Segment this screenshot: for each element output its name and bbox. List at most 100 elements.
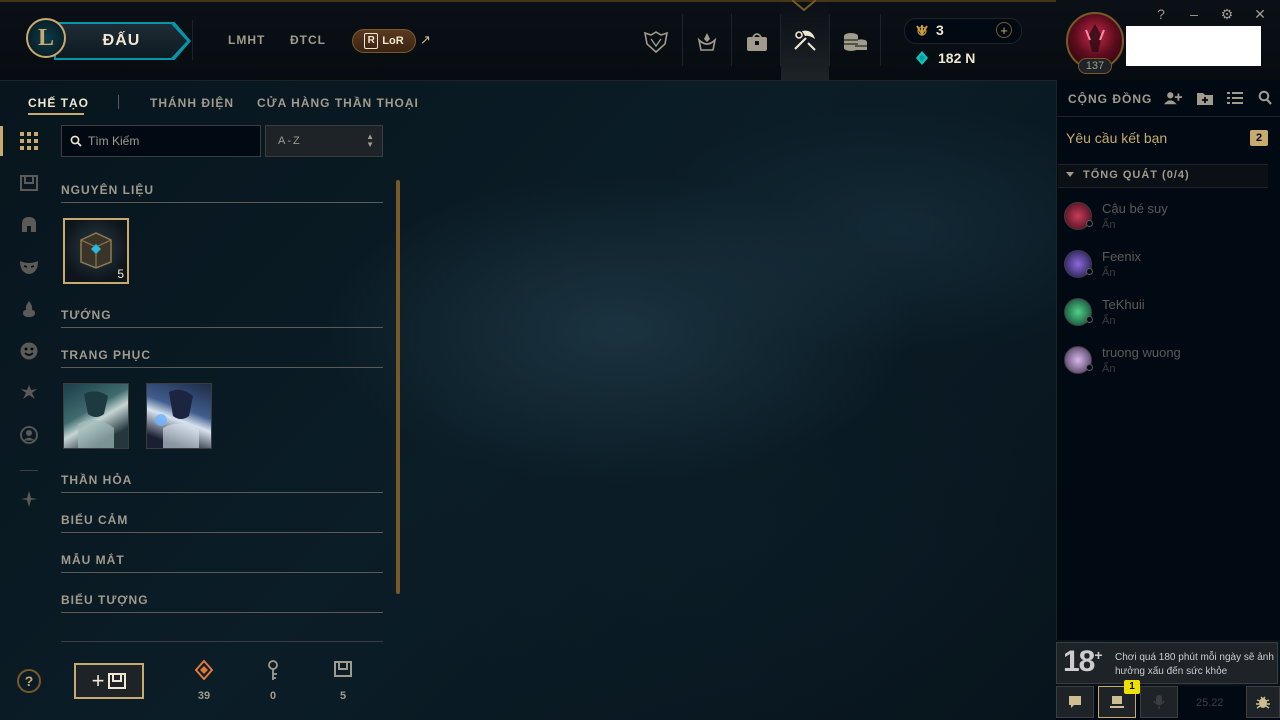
- item-count: 5: [117, 267, 124, 281]
- section-icons[interactable]: BIỂU TƯỢNG: [61, 593, 149, 607]
- settings-gear-icon[interactable]: ⚙: [1219, 6, 1235, 23]
- loot-scrollbar[interactable]: [396, 180, 400, 594]
- blue-essence-icon: [916, 51, 928, 65]
- section-divider: [61, 492, 383, 493]
- age-rating-notice: 18+ Chơi quá 180 phút mỗi ngày sẽ ảnh hư…: [1056, 642, 1278, 684]
- friend-status: Ẩn: [1102, 267, 1116, 279]
- tab-mythic-shop[interactable]: CỬA HÀNG THẦN THOẠI: [257, 96, 419, 110]
- worlds-icon[interactable]: [632, 20, 680, 64]
- nav-icon-divider: [731, 14, 732, 66]
- section-eye-patterns[interactable]: MẪU MẮT: [61, 553, 125, 567]
- loot-crafting-icon[interactable]: [781, 0, 829, 80]
- champion-helmet-icon[interactable]: [18, 214, 40, 236]
- skin-tile-1[interactable]: [63, 383, 129, 449]
- summoner-name-redacted: [1126, 26, 1261, 66]
- friend-requests-link[interactable]: Yêu cầu kết bạn: [1066, 130, 1167, 146]
- search-icon: [70, 135, 82, 147]
- lor-logo-letter: R: [364, 33, 379, 49]
- league-logo[interactable]: L: [26, 18, 66, 58]
- offline-status-icon: [1086, 268, 1093, 275]
- friend-name[interactable]: Feenix: [1102, 249, 1141, 264]
- close-icon[interactable]: ✕: [1252, 6, 1268, 23]
- icon-tree-icon[interactable]: [18, 382, 40, 404]
- key-count: 0: [269, 690, 277, 702]
- add-friend-icon[interactable]: [1164, 90, 1182, 106]
- hextech-chest-tile[interactable]: 5: [63, 218, 129, 284]
- nav-link-lmht[interactable]: LMHT: [228, 33, 265, 47]
- profile-icon[interactable]: [18, 424, 40, 446]
- external-link-icon: ↗: [420, 32, 431, 47]
- friend-group-label: TỔNG QUÁT (0/4): [1083, 169, 1190, 181]
- social-header-divider: [1056, 116, 1280, 117]
- nav-icon-divider: [829, 14, 830, 66]
- sort-dropdown[interactable]: A-Z ▲ ▼: [265, 125, 383, 157]
- tab-crafting[interactable]: CHẾ TẠO: [28, 96, 89, 110]
- store-coins-icon[interactable]: [831, 20, 879, 64]
- help-icon[interactable]: ?: [1153, 6, 1169, 22]
- search-box: [61, 125, 261, 157]
- age-rating-number: 18: [1063, 645, 1095, 678]
- search-input[interactable]: [88, 126, 256, 156]
- section-divider: [61, 572, 383, 573]
- sort-arrows-icon: ▲ ▼: [366, 132, 374, 149]
- social-search-icon[interactable]: [1256, 90, 1274, 106]
- friend-group-header[interactable]: TỔNG QUÁT (0/4): [1058, 164, 1268, 188]
- add-folder-icon[interactable]: [1196, 90, 1214, 106]
- section-divider: [61, 327, 383, 328]
- caret-down-icon: [1066, 172, 1074, 177]
- friend-status: Ẩn: [1102, 315, 1116, 327]
- skin-mask-icon[interactable]: [18, 256, 40, 278]
- chest-icon[interactable]: [18, 172, 40, 194]
- friend-status: Ẩn: [1102, 219, 1116, 231]
- age-notice-text: Chơi quá 180 phút mỗi ngày sẽ ảnh hưởng …: [1115, 652, 1274, 677]
- orange-essence-amount: 3: [936, 22, 944, 38]
- all-grid-icon[interactable]: [18, 130, 40, 152]
- offline-status-icon: [1086, 316, 1093, 323]
- chest-small-icon: [108, 673, 127, 689]
- age-rating: 18+: [1063, 645, 1103, 679]
- nav-icon-divider: [880, 14, 881, 66]
- offline-status-icon: [1086, 220, 1093, 227]
- list-view-icon[interactable]: [1226, 90, 1244, 106]
- section-divider: [61, 532, 383, 533]
- social-title: CỘNG ĐỒNG: [1068, 92, 1153, 106]
- plus-icon: +: [91, 668, 105, 693]
- store-bag-icon[interactable]: [733, 20, 781, 64]
- friend-name[interactable]: Cậu bé suy: [1102, 201, 1168, 216]
- chest-count-icon: [328, 660, 358, 683]
- notification-icon: [1110, 696, 1124, 708]
- ward-flame-icon[interactable]: [18, 298, 40, 320]
- chat-button[interactable]: [1056, 686, 1094, 718]
- minimize-icon[interactable]: –: [1186, 6, 1202, 22]
- emote-face-icon[interactable]: [18, 340, 40, 362]
- friend-name[interactable]: TeKhuii: [1102, 297, 1145, 312]
- summoner-level: 137: [1078, 58, 1112, 74]
- section-skins[interactable]: TRANG PHỤC: [61, 348, 151, 362]
- orange-essence-stat-icon: [189, 659, 219, 685]
- friend-name[interactable]: truong wuong: [1102, 345, 1181, 360]
- skin-tile-2[interactable]: [146, 383, 212, 449]
- add-currency-button[interactable]: +: [996, 22, 1012, 38]
- subnav-divider: [118, 95, 119, 109]
- lor-label: LoR: [382, 35, 404, 47]
- help-button[interactable]: ?: [17, 669, 41, 693]
- nav-link-dtcl[interactable]: ĐTCL: [290, 33, 326, 47]
- craft-chest-button[interactable]: +: [74, 663, 144, 699]
- section-wards[interactable]: THẦN HỎA: [61, 473, 132, 487]
- rail-active-indicator: [0, 126, 3, 156]
- sort-value: A-Z: [278, 135, 302, 147]
- section-emotes[interactable]: BIỂU CẢM: [61, 513, 128, 527]
- ranked-icon[interactable]: [683, 20, 731, 64]
- section-materials[interactable]: NGUYÊN LIỆU: [61, 183, 154, 197]
- section-champions[interactable]: TƯỚNG: [61, 308, 112, 322]
- bug-report-button[interactable]: [1246, 686, 1280, 718]
- blue-essence-amount: 182 N: [938, 50, 976, 66]
- microphone-icon: [1153, 695, 1165, 709]
- lor-button[interactable]: R LoR: [352, 29, 416, 53]
- voice-button[interactable]: [1140, 686, 1178, 718]
- play-button[interactable]: ĐẤU: [56, 24, 187, 58]
- tab-sanctum[interactable]: THÁNH ĐIỆN: [150, 96, 234, 110]
- offline-status-icon: [1086, 364, 1093, 371]
- rail-divider: [20, 470, 38, 471]
- eternals-icon[interactable]: [18, 488, 40, 510]
